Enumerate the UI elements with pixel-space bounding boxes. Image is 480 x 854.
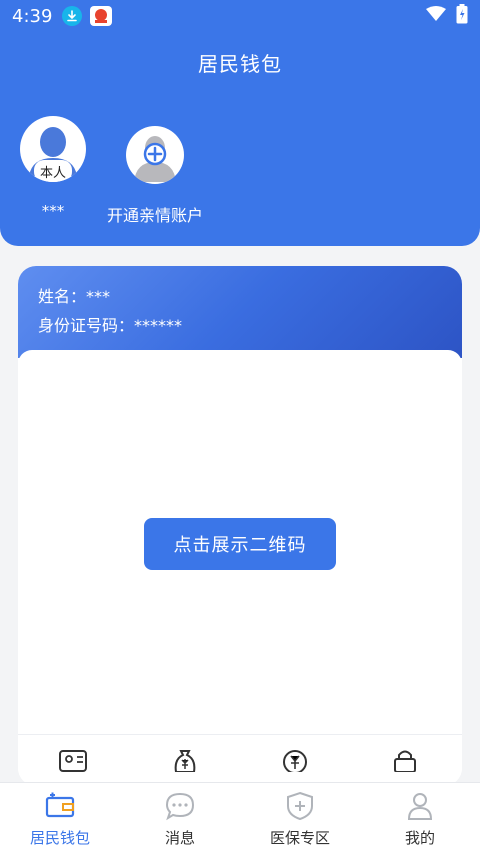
lock-icon[interactable] bbox=[390, 748, 420, 772]
shield-plus-icon bbox=[287, 791, 313, 821]
card-info: 姓名：*** 身份证号码：****** bbox=[18, 266, 462, 358]
id-number-line: 身份证号码：****** bbox=[38, 316, 183, 335]
message-icon bbox=[165, 792, 195, 821]
tab-profile[interactable]: 我的 bbox=[360, 783, 480, 854]
wallet-icon bbox=[45, 792, 75, 818]
tab-label: 医保专区 bbox=[269, 829, 330, 847]
add-family-label: 开通亲情账户 bbox=[106, 206, 203, 225]
quick-actions bbox=[18, 742, 462, 772]
bottom-tab-bar: 居民钱包 消息 医保专区 我的 bbox=[0, 782, 480, 854]
name-line: 姓名：*** bbox=[38, 287, 111, 306]
tab-label: 消息 bbox=[164, 829, 195, 847]
yuan-icon[interactable] bbox=[280, 748, 310, 772]
money-bag-icon[interactable] bbox=[170, 748, 200, 772]
self-badge: 本人 bbox=[34, 160, 72, 182]
download-icon bbox=[62, 6, 83, 26]
add-account-icon bbox=[126, 126, 184, 184]
resident-card: 姓名：*** 身份证号码：****** 点击展示二维码 bbox=[18, 266, 462, 786]
divider bbox=[18, 734, 462, 735]
app-notification-icon bbox=[90, 6, 113, 26]
tab-messages[interactable]: 消息 bbox=[120, 783, 240, 854]
account-name: *** bbox=[41, 202, 65, 220]
qr-area: 点击展示二维码 bbox=[18, 350, 462, 786]
person-icon bbox=[407, 793, 433, 820]
status-time: 4:39 bbox=[12, 5, 53, 27]
page-title: 居民钱包 bbox=[198, 52, 282, 76]
account-self[interactable]: 本人 *** bbox=[20, 116, 86, 220]
tab-label: 居民钱包 bbox=[29, 829, 90, 847]
add-family-account[interactable]: 开通亲情账户 bbox=[100, 116, 210, 226]
battery-icon bbox=[456, 4, 468, 28]
wifi-icon bbox=[426, 6, 446, 26]
avatar: 本人 bbox=[20, 116, 86, 182]
tab-wallet[interactable]: 居民钱包 bbox=[0, 783, 120, 854]
show-qr-button[interactable]: 点击展示二维码 bbox=[144, 518, 336, 570]
id-card-icon[interactable] bbox=[58, 748, 88, 772]
status-bar: 4:39 bbox=[0, 0, 480, 32]
tab-label: 我的 bbox=[404, 829, 435, 847]
header: 4:39 居民钱包 本人 *** 开通亲情账户 bbox=[0, 0, 480, 246]
tab-medical-insurance[interactable]: 医保专区 bbox=[240, 783, 360, 854]
